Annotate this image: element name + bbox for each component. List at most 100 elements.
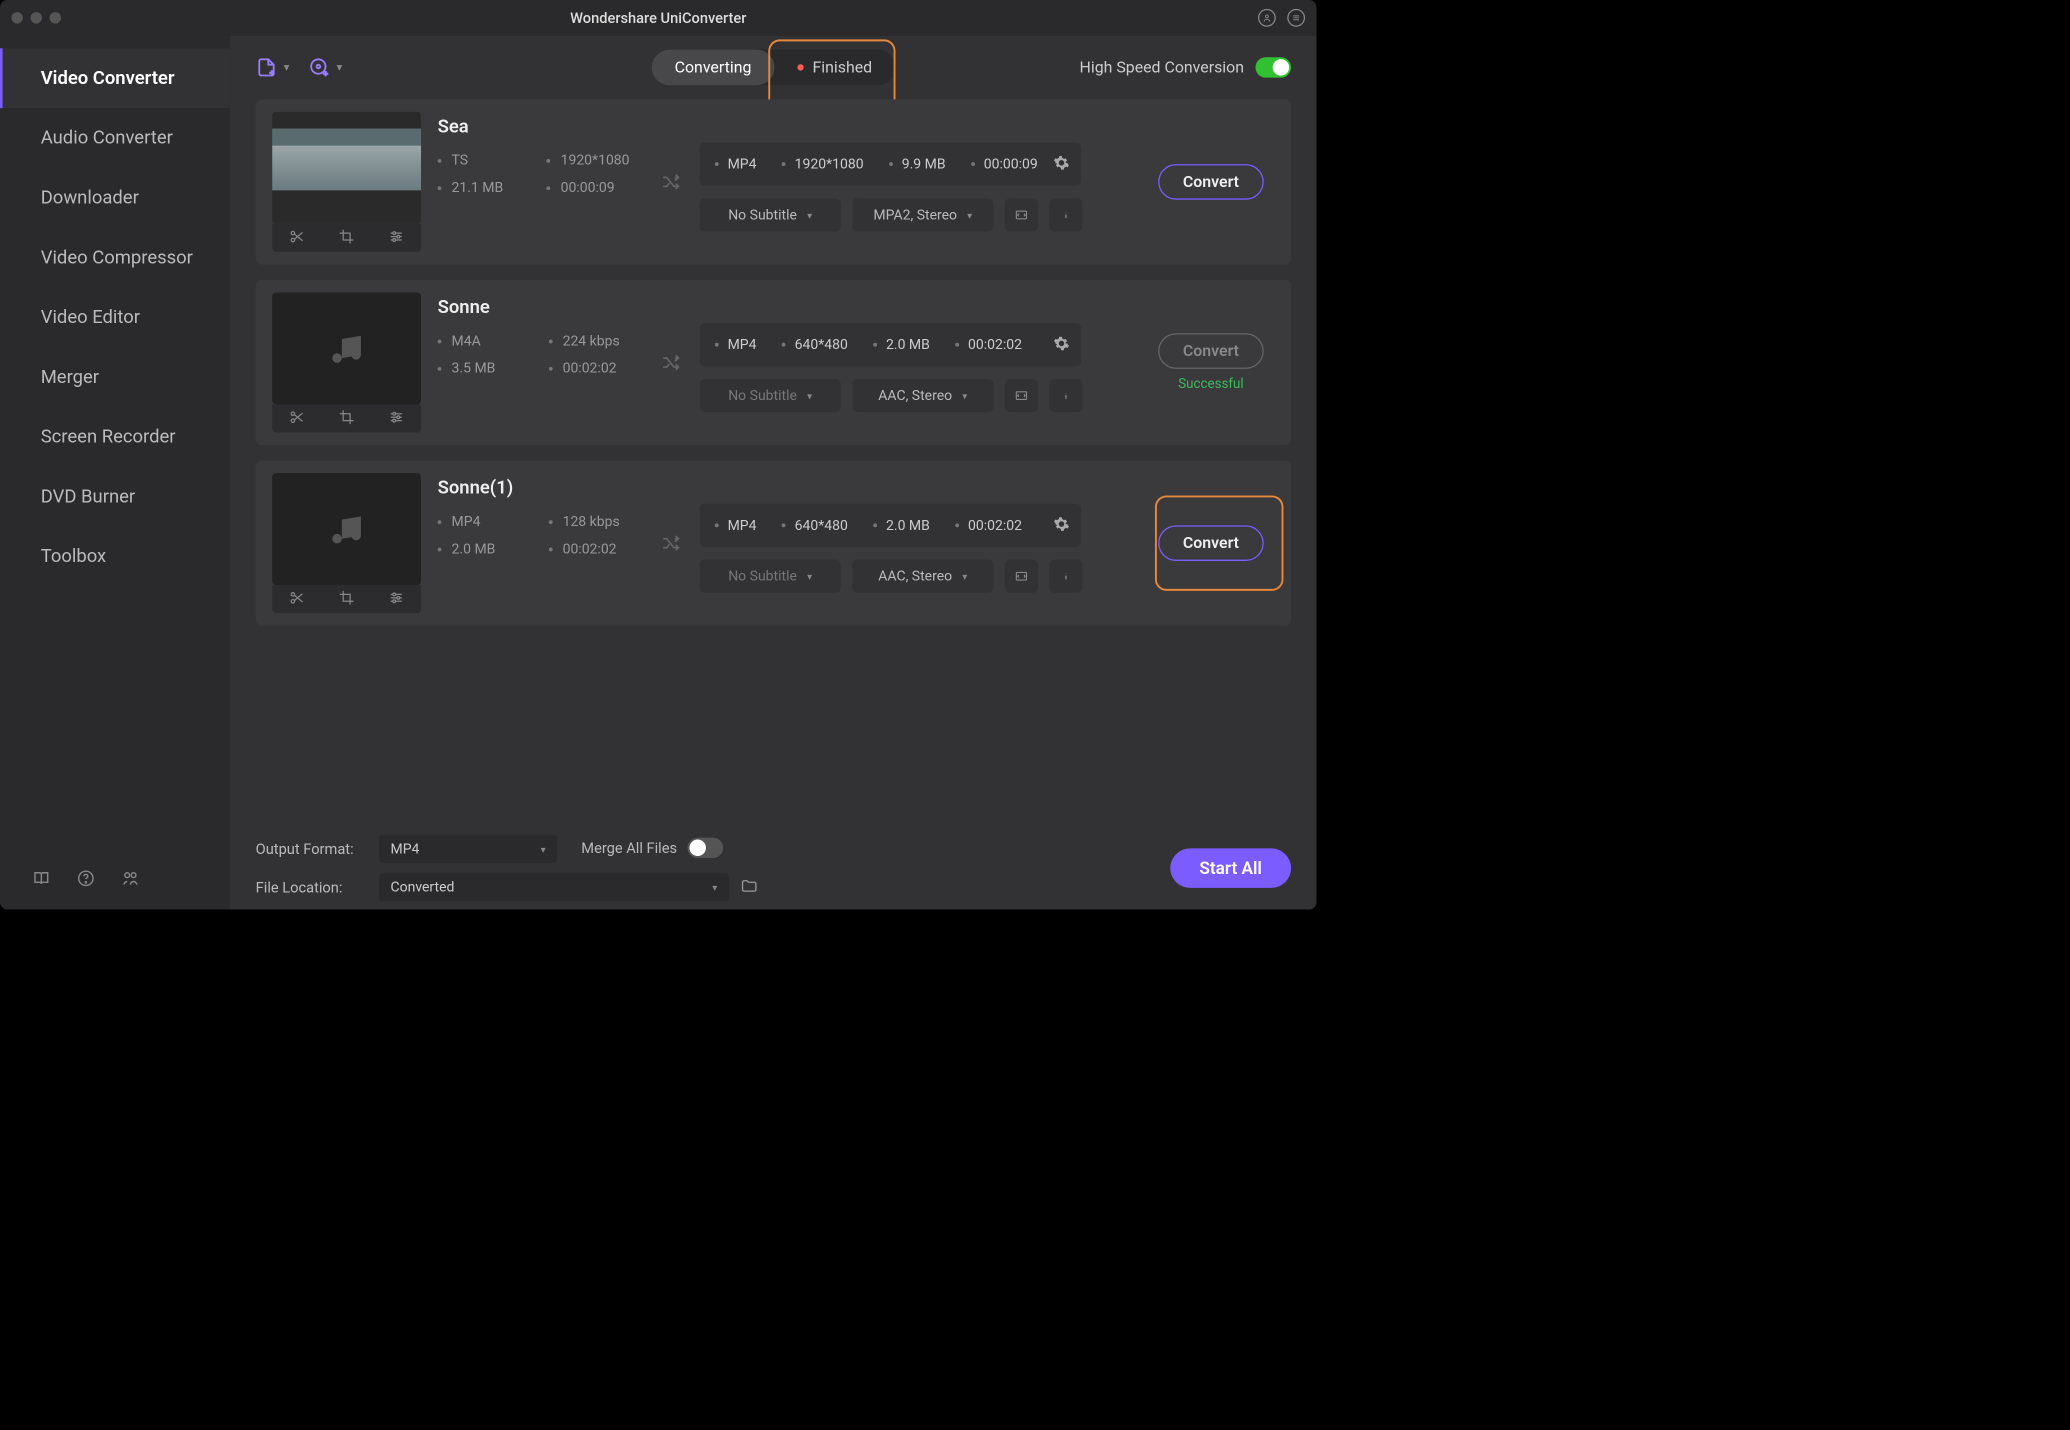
output-meta: 9.9 MB xyxy=(889,156,946,172)
output-meta: MP4 xyxy=(715,156,757,172)
tabs: Converting Finished xyxy=(652,50,895,86)
item-title: Sea xyxy=(438,116,642,138)
source-meta: 3.5 MB xyxy=(438,361,517,377)
item-title: Sonne xyxy=(438,296,642,318)
thumbnail[interactable] xyxy=(272,112,421,224)
source-meta: 2.0 MB xyxy=(438,541,517,557)
account-icon[interactable] xyxy=(1258,9,1276,27)
subtitle-select[interactable]: No Subtitle▾ xyxy=(700,379,841,412)
item-title: Sonne(1) xyxy=(438,477,642,499)
file-location-label: File Location: xyxy=(256,879,368,896)
output-format-select[interactable]: MP4▾ xyxy=(379,835,557,863)
adjust-button[interactable] xyxy=(388,590,405,609)
preview-button[interactable] xyxy=(1005,379,1038,412)
convert-button: Convert xyxy=(1158,333,1264,369)
tab-converting[interactable]: Converting xyxy=(652,50,775,86)
high-speed-label: High Speed Conversion xyxy=(1079,58,1244,76)
source-meta: 00:02:02 xyxy=(549,541,641,557)
convert-arrow-icon xyxy=(658,473,683,613)
start-all-button[interactable]: Start All xyxy=(1170,848,1291,887)
footer: Output Format: MP4▾ Merge All Files File… xyxy=(230,827,1316,910)
gear-icon[interactable] xyxy=(1053,335,1070,354)
sidebar-item-video-compressor[interactable]: Video Compressor xyxy=(0,228,230,288)
feedback-icon[interactable] xyxy=(121,869,140,891)
source-meta: 128 kbps xyxy=(549,514,641,530)
output-meta: MP4 xyxy=(715,517,757,533)
audio-select[interactable]: MPA2, Stereo▾ xyxy=(852,198,993,231)
sidebar-item-dvd-burner[interactable]: DVD Burner xyxy=(0,467,230,527)
tab-finished[interactable]: Finished xyxy=(774,50,895,86)
output-meta: 00:02:02 xyxy=(955,337,1022,353)
cut-button[interactable] xyxy=(289,590,306,609)
crop-button[interactable] xyxy=(338,590,355,609)
merge-toggle[interactable] xyxy=(687,838,723,858)
source-meta: 00:00:09 xyxy=(547,180,641,196)
convert-button[interactable]: Convert xyxy=(1158,525,1264,561)
add-file-button[interactable]: ▾ xyxy=(256,57,290,79)
source-meta: M4A xyxy=(438,333,517,349)
output-meta: 1920*1080 xyxy=(782,156,864,172)
convert-button[interactable]: Convert xyxy=(1158,164,1264,200)
cut-button[interactable] xyxy=(289,409,306,428)
audio-select[interactable]: AAC, Stereo▾ xyxy=(852,379,993,412)
main-panel: ▾ ▾ Converting Finished High Speed Conve… xyxy=(230,36,1316,910)
convert-arrow-icon xyxy=(658,112,683,252)
maximize-window[interactable] xyxy=(50,12,61,23)
info-button[interactable] xyxy=(1049,560,1082,593)
open-folder-button[interactable] xyxy=(740,877,758,897)
conversion-item: Sonne(1)MP4128 kbps2.0 MB00:02:02MP4640*… xyxy=(256,460,1291,625)
crop-button[interactable] xyxy=(338,228,355,247)
chevron-down-icon: ▾ xyxy=(336,61,342,74)
preview-button[interactable] xyxy=(1005,560,1038,593)
source-meta: 00:02:02 xyxy=(549,361,641,377)
window-controls xyxy=(11,12,61,23)
adjust-button[interactable] xyxy=(388,409,405,428)
output-settings: MP41920*10809.9 MB00:00:09 xyxy=(700,142,1082,185)
thumbnail[interactable] xyxy=(272,473,421,585)
source-meta: TS xyxy=(438,153,515,169)
cut-button[interactable] xyxy=(289,228,306,247)
source-meta: 224 kbps xyxy=(549,333,641,349)
output-meta: 2.0 MB xyxy=(873,337,930,353)
preview-button[interactable] xyxy=(1005,198,1038,231)
add-disc-button[interactable]: ▾ xyxy=(308,57,342,79)
help-icon[interactable] xyxy=(76,869,95,891)
info-button[interactable] xyxy=(1049,379,1082,412)
output-settings: MP4 640*480 2.0 MB 00:02:02 xyxy=(700,323,1082,366)
convert-arrow-icon xyxy=(658,293,683,433)
chevron-down-icon: ▾ xyxy=(284,61,290,74)
menu-icon[interactable] xyxy=(1287,9,1305,27)
gear-icon[interactable] xyxy=(1053,155,1070,174)
sidebar-item-merger[interactable]: Merger xyxy=(0,347,230,407)
source-meta: MP4 xyxy=(438,514,517,530)
sidebar-item-screen-recorder[interactable]: Screen Recorder xyxy=(0,407,230,467)
output-meta: 00:02:02 xyxy=(955,517,1022,533)
adjust-button[interactable] xyxy=(388,228,405,247)
sidebar: Video ConverterAudio ConverterDownloader… xyxy=(0,36,230,910)
subtitle-select[interactable]: No Subtitle▾ xyxy=(700,198,841,231)
subtitle-select[interactable]: No Subtitle▾ xyxy=(700,560,841,593)
file-location-select[interactable]: Converted▾ xyxy=(379,873,729,901)
high-speed-toggle[interactable] xyxy=(1255,57,1291,77)
info-button[interactable] xyxy=(1049,198,1082,231)
minimize-window[interactable] xyxy=(31,12,42,23)
output-meta: 2.0 MB xyxy=(873,517,930,533)
sidebar-item-audio-converter[interactable]: Audio Converter xyxy=(0,108,230,168)
crop-button[interactable] xyxy=(338,409,355,428)
conversion-item: Sonne M4A 224 kbps 3.5 MB 00:02:02 MP4 640*480… xyxy=(256,280,1291,445)
output-meta: 640*480 xyxy=(782,337,848,353)
tutorial-icon[interactable] xyxy=(32,869,51,891)
output-format-label: Output Format: xyxy=(256,840,368,857)
toolbar: ▾ ▾ Converting Finished High Speed Conve… xyxy=(230,36,1316,100)
sidebar-item-video-converter[interactable]: Video Converter xyxy=(0,48,230,108)
sidebar-item-toolbox[interactable]: Toolbox xyxy=(0,527,230,587)
output-meta: MP4 xyxy=(715,337,757,353)
thumbnail[interactable] xyxy=(272,293,421,405)
conversion-list: SeaTS1920*108021.1 MB00:00:09MP41920*108… xyxy=(230,99,1316,827)
app-title: Wondershare UniConverter xyxy=(570,9,746,26)
audio-select[interactable]: AAC, Stereo▾ xyxy=(852,560,993,593)
gear-icon[interactable] xyxy=(1053,516,1070,535)
sidebar-item-downloader[interactable]: Downloader xyxy=(0,168,230,228)
sidebar-item-video-editor[interactable]: Video Editor xyxy=(0,287,230,347)
close-window[interactable] xyxy=(11,12,22,23)
